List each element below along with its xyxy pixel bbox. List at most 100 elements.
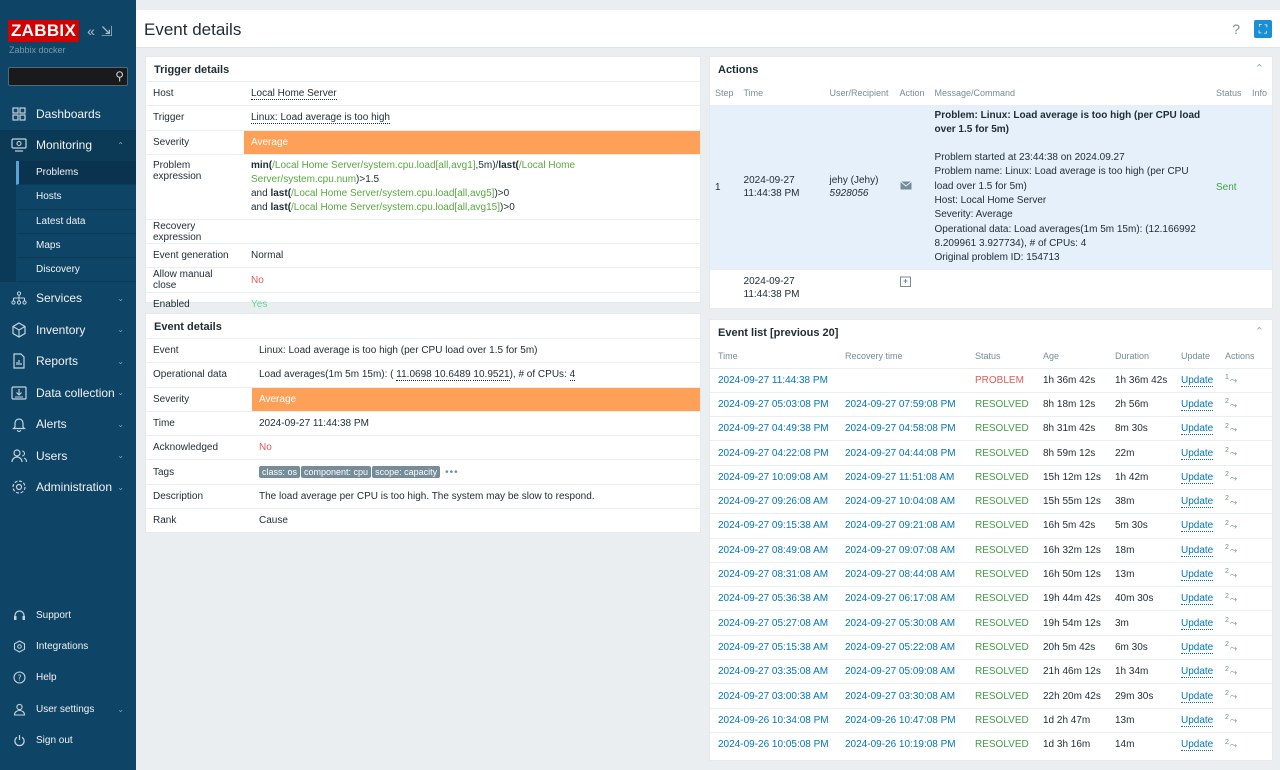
actions-count[interactable]: 2 (1225, 495, 1229, 502)
event-time-link[interactable]: 2024-09-27 03:00:38 AM (718, 691, 828, 702)
submenu-latest-data[interactable]: Latest data (16, 209, 136, 234)
help-icon[interactable]: ? (1232, 21, 1240, 37)
update-link[interactable]: Update (1181, 544, 1214, 557)
acknowledged-value[interactable]: No (252, 435, 700, 460)
event-time-link[interactable]: 2024-09-27 09:15:38 AM (718, 520, 828, 531)
zabbix-logo[interactable]: ZABBIX (8, 20, 80, 42)
menu-users[interactable]: Users ⌄ (0, 440, 136, 472)
actions-count[interactable]: 2 (1225, 593, 1229, 600)
event-time-link[interactable]: 2024-09-27 10:09:08 AM (718, 472, 828, 483)
recovery-time-link[interactable]: 2024-09-27 08:44:08 AM (845, 569, 955, 580)
menu-alerts[interactable]: Alerts ⌄ (0, 408, 136, 440)
recovery-time-link[interactable]: 2024-09-27 06:17:08 AM (845, 593, 955, 604)
recovery-time-link[interactable]: 2024-09-27 10:04:08 AM (845, 496, 955, 507)
expr-item-link[interactable]: /Local Home Server/system.cpu.load[all,a… (272, 160, 475, 171)
recovery-time-link[interactable]: 2024-09-27 04:44:08 PM (845, 448, 956, 459)
expr-item-link[interactable]: /Local Home Server/system.cpu.load[all,a… (291, 202, 500, 213)
expr-item-link[interactable]: /Local Home Server/system.cpu.load[all,a… (291, 188, 494, 199)
actions-count[interactable]: 2 (1225, 739, 1229, 746)
event-time-link[interactable]: 2024-09-27 05:15:38 AM (718, 642, 828, 653)
more-tags-icon[interactable]: ••• (445, 467, 459, 478)
submenu-discovery[interactable]: Discovery (16, 258, 136, 283)
submenu-maps[interactable]: Maps (16, 233, 136, 259)
menu-help[interactable]: ? Help (0, 662, 136, 693)
actions-count[interactable]: 2 (1225, 447, 1229, 454)
update-link[interactable]: Update (1181, 471, 1214, 484)
submenu-problems[interactable]: Problems (16, 161, 136, 186)
host-link[interactable]: Local Home Server (251, 88, 337, 101)
menu-data-collection[interactable]: Data collection ⌄ (0, 377, 136, 409)
actions-count[interactable]: 2 (1225, 666, 1229, 673)
opdata-value-link[interactable]: 10.9521 (473, 369, 510, 382)
actions-count[interactable]: 2 (1225, 568, 1229, 575)
update-link[interactable]: Update (1181, 666, 1214, 679)
recovery-time-link[interactable]: 2024-09-26 10:19:08 PM (845, 739, 956, 750)
menu-integrations[interactable]: Integrations (0, 631, 136, 662)
menu-sign-out[interactable]: Sign out (0, 725, 136, 756)
update-link[interactable]: Update (1181, 593, 1214, 606)
menu-support[interactable]: Support (0, 600, 136, 631)
event-time-link[interactable]: 2024-09-26 10:05:08 PM (718, 739, 829, 750)
update-link[interactable]: Update (1181, 641, 1214, 654)
update-link[interactable]: Update (1181, 690, 1214, 703)
recovery-time-link[interactable]: 2024-09-27 03:30:08 AM (845, 691, 955, 702)
actions-count[interactable]: 2 (1225, 520, 1229, 527)
menu-monitoring[interactable]: Monitoring ⌃ (0, 129, 136, 161)
event-time-link[interactable]: 2024-09-27 11:44:38 PM (718, 375, 828, 386)
recovery-time-link[interactable]: 2024-09-27 05:30:08 AM (845, 618, 955, 629)
menu-user-settings[interactable]: User settings ⌄ (0, 694, 136, 725)
menu-inventory[interactable]: Inventory ⌄ (0, 314, 136, 346)
kiosk-mode-icon[interactable]: ⇲ (101, 23, 113, 40)
actions-count[interactable]: 2 (1225, 423, 1229, 430)
update-link[interactable]: Update (1181, 520, 1214, 533)
opdata-value-link[interactable]: 10.6489 (434, 369, 471, 382)
event-time-link[interactable]: 2024-09-27 08:31:08 AM (718, 569, 828, 580)
recovery-time-link[interactable]: 2024-09-27 05:22:08 AM (845, 642, 955, 653)
tag[interactable]: scope: capacity (372, 466, 441, 479)
event-time-link[interactable]: 2024-09-27 03:35:08 AM (718, 666, 828, 677)
update-link[interactable]: Update (1181, 617, 1214, 630)
chevron-up-icon[interactable]: ⌃ (1255, 325, 1264, 338)
event-time-link[interactable]: 2024-09-26 10:34:08 PM (718, 715, 829, 726)
event-time-link[interactable]: 2024-09-27 05:36:38 AM (718, 593, 828, 604)
menu-dashboards[interactable]: Dashboards (0, 98, 136, 130)
recovery-time-link[interactable]: 2024-09-27 05:09:08 AM (845, 666, 955, 677)
actions-count[interactable]: 2 (1225, 690, 1229, 697)
trigger-link[interactable]: Linux: Load average is too high (251, 112, 390, 125)
menu-services[interactable]: Services ⌄ (0, 282, 136, 314)
actions-count[interactable]: 2 (1225, 471, 1229, 478)
recovery-time-link[interactable]: 2024-09-27 07:59:08 PM (845, 399, 956, 410)
event-time-link[interactable]: 2024-09-27 09:26:08 AM (718, 496, 828, 507)
update-link[interactable]: Update (1181, 423, 1214, 436)
actions-count[interactable]: 2 (1225, 398, 1229, 405)
recovery-time-link[interactable]: 2024-09-27 04:58:08 PM (845, 423, 956, 434)
event-time-link[interactable]: 2024-09-27 05:03:08 PM (718, 399, 829, 410)
recovery-time-link[interactable]: 2024-09-27 09:07:08 AM (845, 545, 955, 556)
opdata-value-link[interactable]: 4 (569, 369, 576, 382)
opdata-value-link[interactable]: 11.0698 (396, 369, 432, 382)
event-time-link[interactable]: 2024-09-27 04:49:38 PM (718, 423, 829, 434)
menu-administration[interactable]: Administration ⌄ (0, 471, 136, 503)
event-time-link[interactable]: 2024-09-27 05:27:08 AM (718, 618, 828, 629)
actions-count[interactable]: 1 (1225, 374, 1229, 381)
recovery-time-link[interactable]: 2024-09-27 09:21:08 AM (845, 520, 955, 531)
actions-count[interactable]: 2 (1225, 544, 1229, 551)
submenu-hosts[interactable]: Hosts (16, 185, 136, 210)
fullscreen-icon[interactable]: ⛶ (1254, 20, 1272, 38)
menu-reports[interactable]: Reports ⌄ (0, 345, 136, 377)
actions-count[interactable]: 2 (1225, 714, 1229, 721)
tag[interactable]: component: cpu (301, 466, 372, 479)
update-link[interactable]: Update (1181, 714, 1214, 727)
update-link[interactable]: Update (1181, 398, 1214, 411)
update-link[interactable]: Update (1181, 569, 1214, 582)
search-input[interactable]: ⚲ (8, 67, 128, 86)
search-icon[interactable]: ⚲ (115, 69, 124, 83)
recovery-time-link[interactable]: 2024-09-26 10:47:08 PM (845, 715, 956, 726)
collapse-sidebar-icon[interactable]: « (87, 23, 95, 39)
actions-count[interactable]: 2 (1225, 641, 1229, 648)
update-link[interactable]: Update (1181, 496, 1214, 509)
update-link[interactable]: Update (1181, 739, 1214, 752)
update-link[interactable]: Update (1181, 447, 1214, 460)
actions-count[interactable]: 2 (1225, 617, 1229, 624)
update-link[interactable]: Update (1181, 374, 1214, 387)
